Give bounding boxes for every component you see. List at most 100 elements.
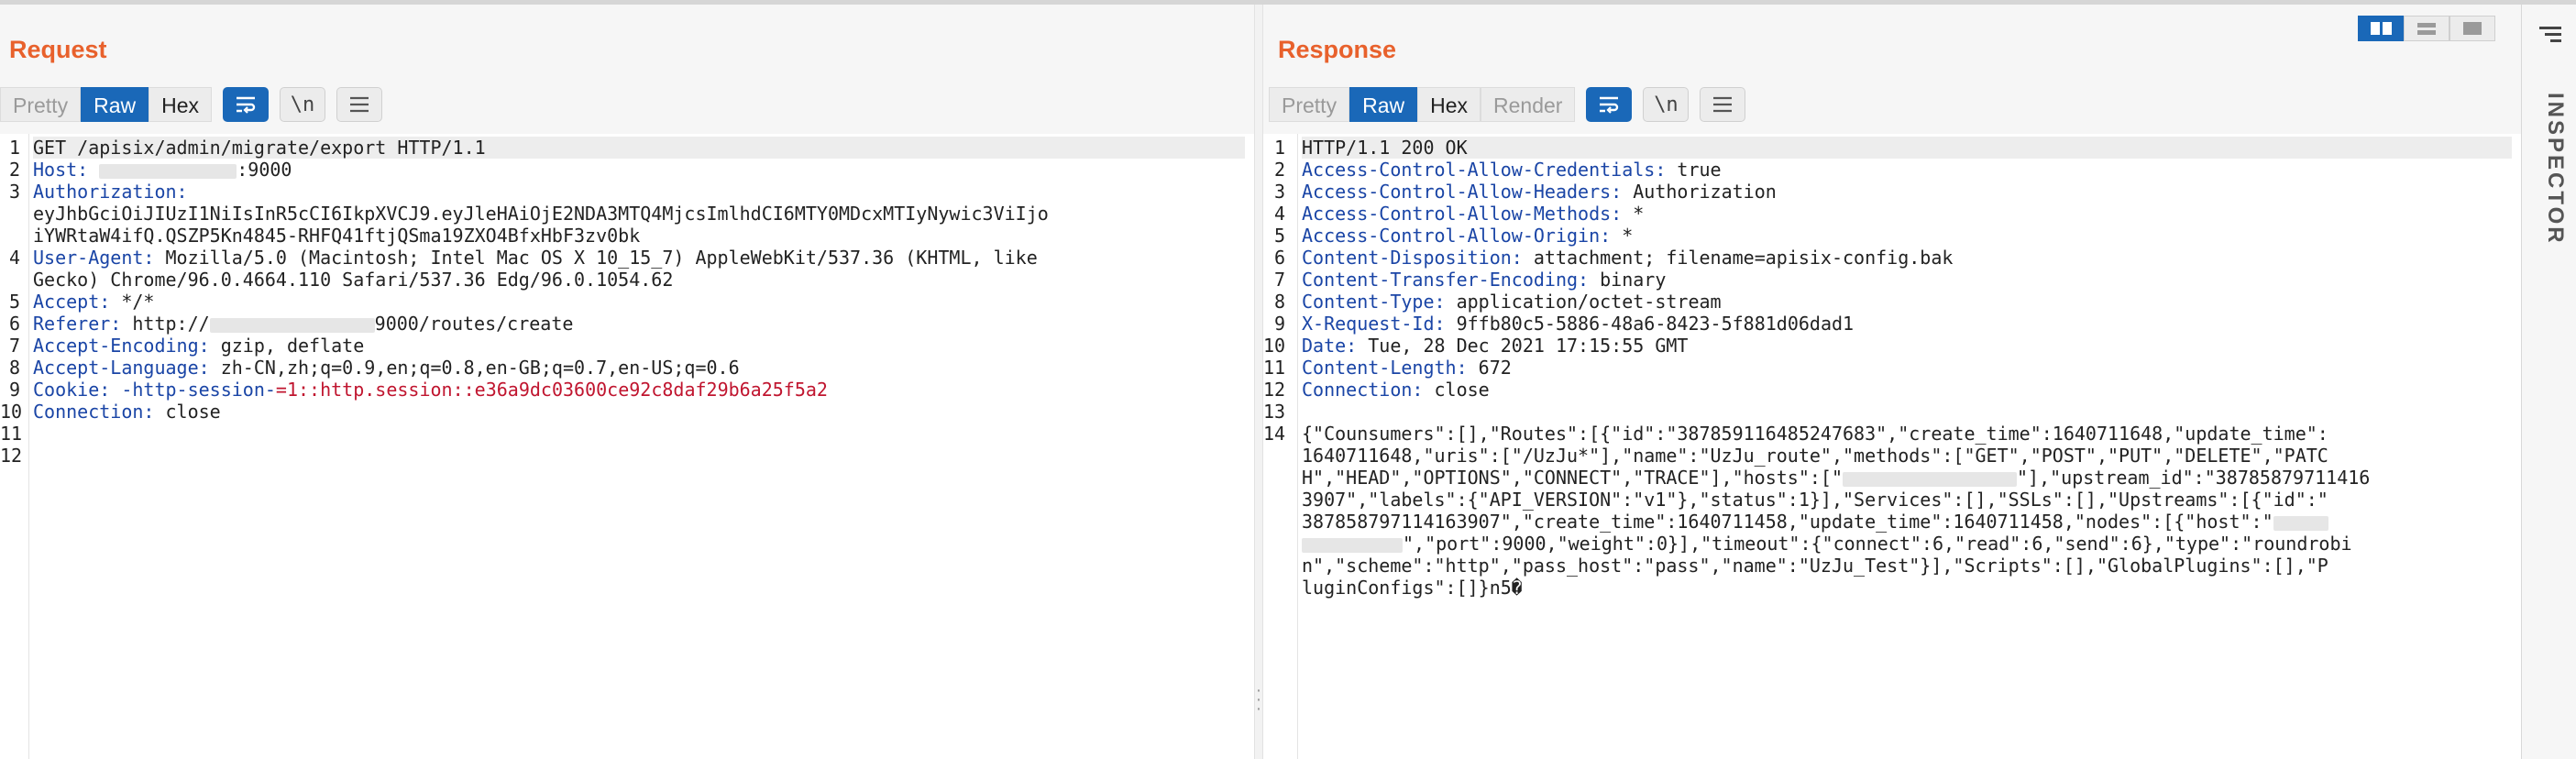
redacted-host	[1302, 537, 1403, 553]
layout-single-button[interactable]	[2449, 16, 2495, 41]
header-key: Date:	[1302, 335, 1358, 357]
header-value: 9ffb80c5-5886-48a6-8423-5f881d06dad1	[1445, 313, 1855, 335]
line-number: 9	[1273, 313, 1285, 335]
response-line: Content-Length: 672	[1302, 357, 2512, 379]
response-line: Access-Control-Allow-Origin: *	[1302, 225, 2512, 247]
header-value: attachment; filename=apisix-config.bak	[1522, 247, 1954, 269]
header-key: Accept-Encoding:	[33, 335, 210, 357]
body-text: "],"upstream_id":"38785879711416	[2017, 467, 2371, 489]
response-body-line: n","scheme":"http","pass_host":"pass","n…	[1302, 555, 2328, 577]
header-value: Authorization	[1622, 181, 1777, 203]
response-title: Response	[1278, 36, 1397, 63]
rows-icon	[2417, 22, 2436, 35]
request-line: Connection: close	[33, 401, 1245, 423]
line-number: 5	[1273, 225, 1285, 247]
response-tab-hex[interactable]: Hex	[1417, 87, 1481, 122]
hamburger-icon	[350, 96, 369, 113]
line-number: 4	[8, 247, 20, 269]
request-line: Accept-Encoding: gzip, deflate	[33, 335, 1245, 357]
response-tab-render[interactable]: Render	[1481, 87, 1576, 122]
line-number: 8	[1273, 291, 1285, 313]
header-value: close	[154, 401, 221, 423]
inspector-menu-icon[interactable]	[2539, 27, 2561, 46]
request-line: Referer: http:// 9000/routes/create	[33, 313, 1245, 335]
cookie-value: =1::http.session::e36a9dc03600ce92c8daf2…	[275, 379, 828, 401]
line-number: 3	[8, 181, 20, 203]
response-body-line: {"Counsumers":[],"Routes":[{"id":"387859…	[1302, 423, 2328, 445]
header-key: Connection:	[33, 401, 155, 423]
response-body-line: 1640711648,"uris":["/UzJu*"],"name":"UzJ…	[1302, 445, 2328, 467]
line-number: 6	[1273, 247, 1285, 269]
columns-icon	[2370, 22, 2392, 35]
response-body-line: 3907","labels":{"API_VERSION":"v1"},"sta…	[1302, 489, 2328, 511]
header-value: *	[1611, 225, 1634, 247]
header-key: Authorization:	[33, 181, 188, 203]
line-number: 10	[1263, 335, 1286, 357]
header-key: Access-Control-Allow-Credentials:	[1302, 159, 1667, 181]
request-line: Cookie: -http-session-=1::http.session::…	[33, 379, 1245, 401]
request-line: User-Agent: Mozilla/5.0 (Macintosh; Inte…	[33, 247, 1245, 269]
header-value: 672	[1467, 357, 1512, 379]
header-key: Accept:	[33, 291, 111, 313]
request-editor[interactable]: 1 2 3 4 5 6 7 8 9 10 11 12 GET /apisix/a…	[0, 134, 1254, 759]
header-key: X-Request-Id:	[1302, 313, 1446, 335]
header-value: *	[1622, 203, 1645, 225]
redacted-host	[2273, 515, 2328, 531]
response-show-newlines-button[interactable]: \n	[1643, 87, 1690, 122]
request-line: eyJhbGciOiJIUzI1NiIsInR5cCI6IkpXVCJ9.eyJ…	[33, 203, 1049, 225]
header-value: application/octet-stream	[1445, 291, 1722, 313]
line-number: 1	[8, 137, 20, 159]
layout-toggle-group	[2358, 16, 2495, 41]
request-tab-raw[interactable]: Raw	[81, 87, 149, 122]
body-text: ","port":9000,"weight":0}],"timeout":{"c…	[1403, 533, 2352, 555]
inspector-panel[interactable]: INSPECTOR	[2521, 5, 2576, 759]
request-show-newlines-button[interactable]: \n	[280, 87, 325, 122]
redacted-host	[1843, 471, 2018, 487]
response-tab-pretty[interactable]: Pretty	[1269, 87, 1350, 122]
header-key: Connection:	[1302, 379, 1424, 401]
line-number: 14	[1263, 423, 1286, 445]
request-line: GET /apisix/admin/migrate/export HTTP/1.…	[33, 137, 1245, 159]
splitter-handle-icon[interactable]: · · ·	[1254, 681, 1263, 718]
header-key: Access-Control-Allow-Methods:	[1302, 203, 1623, 225]
inspector-label[interactable]: INSPECTOR	[2531, 93, 2568, 267]
header-value: */*	[110, 291, 155, 313]
header-key: Referer:	[33, 313, 122, 335]
header-value: zh-CN,zh;q=0.9,en;q=0.8,en-GB;q=0.7,en-U…	[209, 357, 740, 379]
response-tab-raw[interactable]: Raw	[1349, 87, 1418, 122]
header-value: 9000/routes/create	[374, 313, 574, 335]
request-line: Gecko) Chrome/96.0.4664.110 Safari/537.3…	[33, 269, 674, 291]
pane-splitter[interactable]	[1254, 5, 1263, 759]
line-number: 5	[8, 291, 20, 313]
layout-side-by-side-button[interactable]	[2358, 16, 2404, 41]
line-number: 11	[1263, 357, 1286, 379]
request-line: iYWRtaW4ifQ.QSZP5Kn4845-RHFQ41ftjQSma19Z…	[33, 225, 641, 247]
header-value: binary	[1589, 269, 1667, 291]
request-tab-hex[interactable]: Hex	[149, 87, 212, 122]
response-editor[interactable]: 1 2 3 4 5 6 7 8 9 10 11 12 13 14 HTTP/1.…	[1263, 134, 2521, 759]
response-body-line: 387858797114163907","create_time":164071…	[1302, 511, 2512, 533]
request-tab-pretty[interactable]: Pretty	[0, 87, 82, 122]
line-number: 12	[0, 445, 23, 467]
line-number: 3	[1273, 181, 1285, 203]
request-menu-button[interactable]	[336, 87, 382, 122]
cookie-name: -http-session-	[110, 379, 276, 401]
line-number: 11	[0, 423, 23, 445]
header-key: Accept-Language:	[33, 357, 210, 379]
redacted-host	[209, 317, 375, 333]
request-line: Accept: */*	[33, 291, 1245, 313]
response-wrap-lines-button[interactable]	[1586, 87, 1633, 122]
line-number: 7	[8, 335, 20, 357]
line-number: 7	[1273, 269, 1285, 291]
hamburger-icon	[1713, 96, 1733, 113]
header-value: close	[1423, 379, 1490, 401]
request-wrap-lines-button[interactable]	[223, 87, 269, 122]
response-menu-button[interactable]	[1700, 87, 1746, 122]
request-line: Authorization:	[33, 181, 1245, 203]
response-line: Content-Type: application/octet-stream	[1302, 291, 2512, 313]
single-pane-icon	[2463, 22, 2482, 35]
header-value: true	[1666, 159, 1722, 181]
layout-stacked-button[interactable]	[2404, 16, 2449, 41]
response-line: Content-Transfer-Encoding: binary	[1302, 269, 2512, 291]
header-value: gzip, deflate	[209, 335, 365, 357]
